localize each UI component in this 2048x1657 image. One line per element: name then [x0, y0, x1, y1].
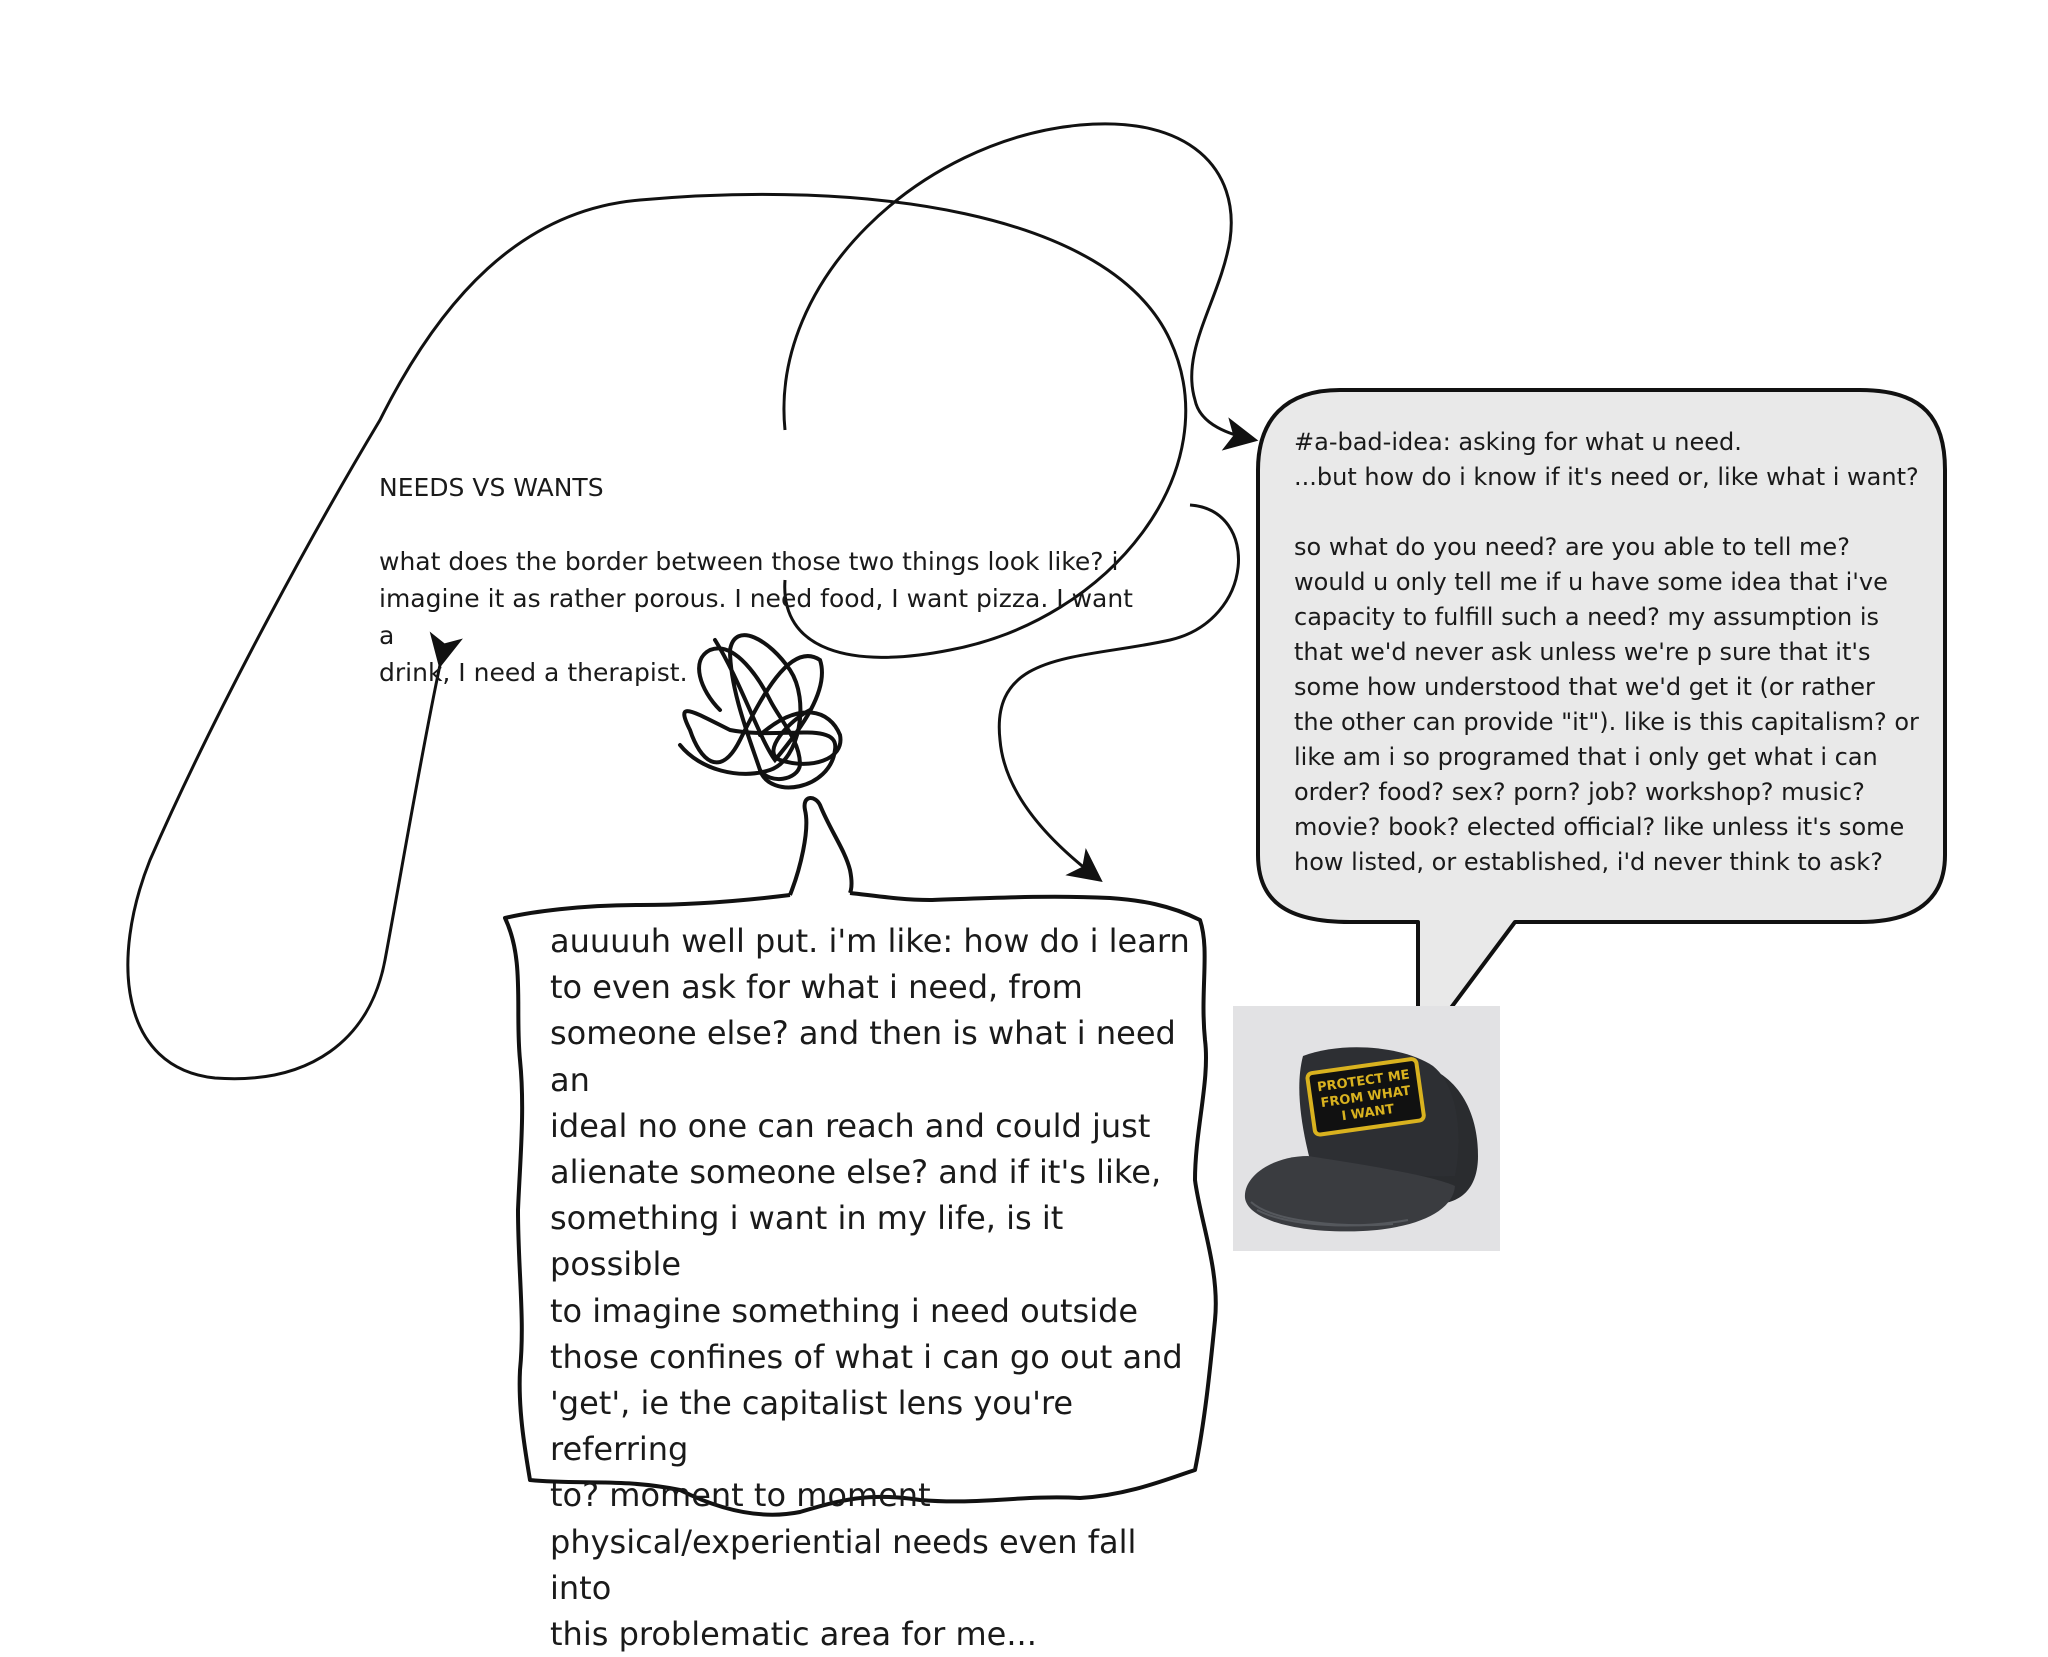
reply-bubble-tail: [788, 796, 854, 896]
reply-note: auuuuh well put. i'm like: how do i lear…: [550, 922, 1190, 1654]
needs-vs-wants-title: NEEDS VS WANTS: [379, 473, 604, 502]
needs-vs-wants-note: NEEDS VS WANTS what does the border betw…: [379, 432, 1139, 728]
needs-vs-wants-body: what does the border between those two t…: [379, 547, 1133, 687]
bad-idea-note: #a-bad-idea: asking for what u need. ...…: [1294, 428, 1919, 876]
protect-me-hat-photo: PROTECT ME FROM WHAT I WANT: [1233, 1006, 1500, 1251]
